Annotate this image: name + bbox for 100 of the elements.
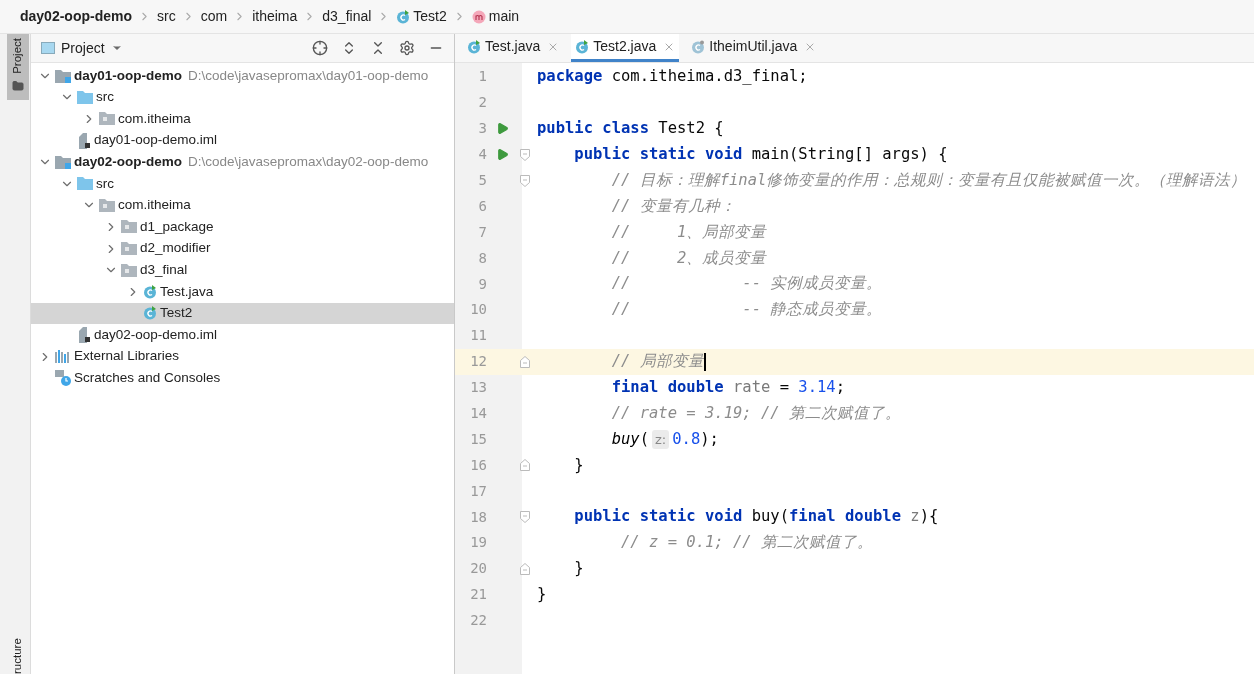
code-line: // -- 静态成员变量。 — [610, 299, 883, 321]
fold-marker-icon[interactable] — [520, 148, 530, 161]
project-stripe-tab[interactable]: Project — [7, 34, 29, 100]
package-folder-icon — [99, 198, 115, 212]
tree-item-label: External Libraries — [74, 347, 180, 366]
tree-item-label: src — [96, 88, 114, 107]
breadcrumb-item[interactable]: Test2 — [396, 6, 447, 27]
line-number: 16 — [469, 455, 487, 475]
locate-icon[interactable] — [312, 40, 328, 56]
fold-marker-icon[interactable] — [520, 355, 530, 368]
code-editor[interactable] — [455, 63, 1254, 674]
tree-item[interactable]: d3_final — [31, 259, 454, 281]
tree-item-label: src — [96, 174, 114, 193]
tree-item[interactable]: day01-oop-demo D:\code\javasepromax\day01-oop-demo — [31, 65, 454, 87]
tree-item[interactable]: day02-oop-demo.iml — [31, 324, 454, 346]
line-number: 17 — [469, 481, 487, 501]
module-path: D:\code\javasepromax\day02-oop-demo — [188, 153, 429, 172]
code-line: // 2、成员变量 — [610, 247, 767, 269]
breadcrumb-item[interactable]: itheima — [252, 6, 298, 27]
settings-icon[interactable] — [399, 40, 415, 56]
tree-item-label: com.itheima — [118, 109, 191, 128]
code-line: public static void buy(final double z){ — [573, 506, 939, 528]
code-line: // -- 实例成员变量。 — [610, 273, 883, 295]
fold-marker-icon[interactable] — [520, 174, 530, 187]
line-number: 1 — [477, 67, 487, 87]
line-number: 13 — [469, 378, 487, 398]
tree-item-label: d3_final — [140, 261, 188, 279]
tree-item-label: day02-oop-demo.iml — [94, 325, 218, 344]
module-path: D:\code\javasepromax\day01-oop-demo — [188, 66, 429, 85]
breadcrumb-item[interactable]: com — [200, 6, 228, 27]
code-line: final double rate = 3.14; — [610, 377, 845, 398]
tree-item-label: d1_package — [140, 217, 214, 236]
tree-item-label: com.itheima — [118, 196, 191, 215]
line-number: 6 — [477, 196, 487, 216]
line-number: 4 — [477, 145, 487, 165]
editor-tab[interactable]: Test2.java — [571, 34, 680, 62]
package-folder-icon — [99, 112, 115, 126]
code-line: } — [537, 584, 547, 606]
method-icon — [471, 9, 486, 24]
package-folder-icon — [121, 263, 137, 277]
line-number: 18 — [469, 507, 487, 527]
code-line: // 局部变量 — [610, 351, 706, 373]
line-number: 5 — [477, 171, 487, 190]
fold-marker-icon[interactable] — [520, 562, 530, 575]
run-icon[interactable] — [496, 122, 509, 136]
line-number: 11 — [469, 326, 487, 346]
tree-item[interactable]: src — [31, 172, 454, 195]
tree-item[interactable]: day01-oop-demo.iml — [31, 129, 454, 152]
tree-item-label: Test.java — [160, 282, 214, 301]
tree-item-label: d2_modifier — [140, 239, 211, 258]
tree-item[interactable]: com.itheima — [31, 194, 454, 217]
tree-item[interactable]: Scratches and Consoles — [31, 367, 454, 389]
breadcrumb-item[interactable]: main — [471, 6, 520, 27]
class-icon — [396, 9, 411, 24]
tree-item[interactable]: day02-oop-demo D:\code\javasepromax\day02-oop-demo — [31, 151, 454, 173]
class-icon — [143, 284, 157, 299]
tree-item[interactable]: d1_package — [31, 216, 454, 238]
line-number: 3 — [477, 119, 487, 139]
line-number: 22 — [469, 611, 487, 631]
text-caret — [703, 352, 706, 371]
fold-marker-icon[interactable] — [520, 511, 530, 524]
line-number: 10 — [469, 300, 487, 320]
tree-item[interactable]: Test.java — [31, 280, 454, 303]
code-line: // 变量有几种： — [610, 195, 736, 217]
module-folder-icon — [55, 68, 71, 83]
line-number: 20 — [469, 559, 487, 579]
breadcrumb-item[interactable]: d3_final — [322, 6, 372, 27]
source-folder-icon — [77, 90, 93, 104]
line-number: 7 — [477, 222, 487, 242]
code-line: // z = 0.1; // 第二次赋值了。 — [620, 532, 873, 554]
module-file-icon — [77, 132, 91, 149]
fold-marker-icon[interactable] — [520, 459, 530, 472]
line-number: 8 — [477, 248, 487, 268]
code-line: } — [573, 558, 584, 580]
code-line: package com.itheima.d3_final; — [537, 66, 808, 88]
editor-tab[interactable]: ItheimUtil.java — [687, 34, 821, 62]
structure-stripe-tab[interactable]: ructure — [7, 634, 29, 674]
tree-item-label: day02-oop-demo — [74, 153, 182, 172]
line-number: 14 — [469, 404, 487, 423]
editor-tab[interactable]: Test.java — [463, 34, 564, 62]
code-line: public class Test2 { — [537, 118, 724, 140]
tree-item[interactable]: src — [31, 86, 454, 109]
line-number: 12 — [469, 352, 487, 372]
tree-item-label: Test2 — [160, 304, 193, 323]
tree-item[interactable]: Test2 — [31, 302, 454, 325]
run-icon[interactable] — [496, 148, 509, 162]
folder-icon — [12, 79, 24, 92]
class-icon — [691, 39, 706, 54]
tree-item[interactable]: d2_modifier — [31, 237, 454, 260]
code-line: } — [573, 454, 584, 476]
libraries-icon — [55, 350, 71, 363]
tree-item[interactable]: External Libraries — [31, 345, 454, 368]
project-view-dropdown[interactable]: Project — [41, 37, 123, 59]
module-folder-icon — [55, 155, 71, 170]
breadcrumb-item[interactable]: day02-oop-demo — [20, 6, 132, 27]
tree-item[interactable]: com.itheima — [31, 108, 454, 130]
breadcrumb-item[interactable]: src — [157, 6, 176, 27]
scratches-icon — [55, 370, 71, 387]
tree-item-label: Scratches and Consoles — [74, 369, 221, 387]
tree-item-label: day01-oop-demo — [74, 66, 182, 85]
